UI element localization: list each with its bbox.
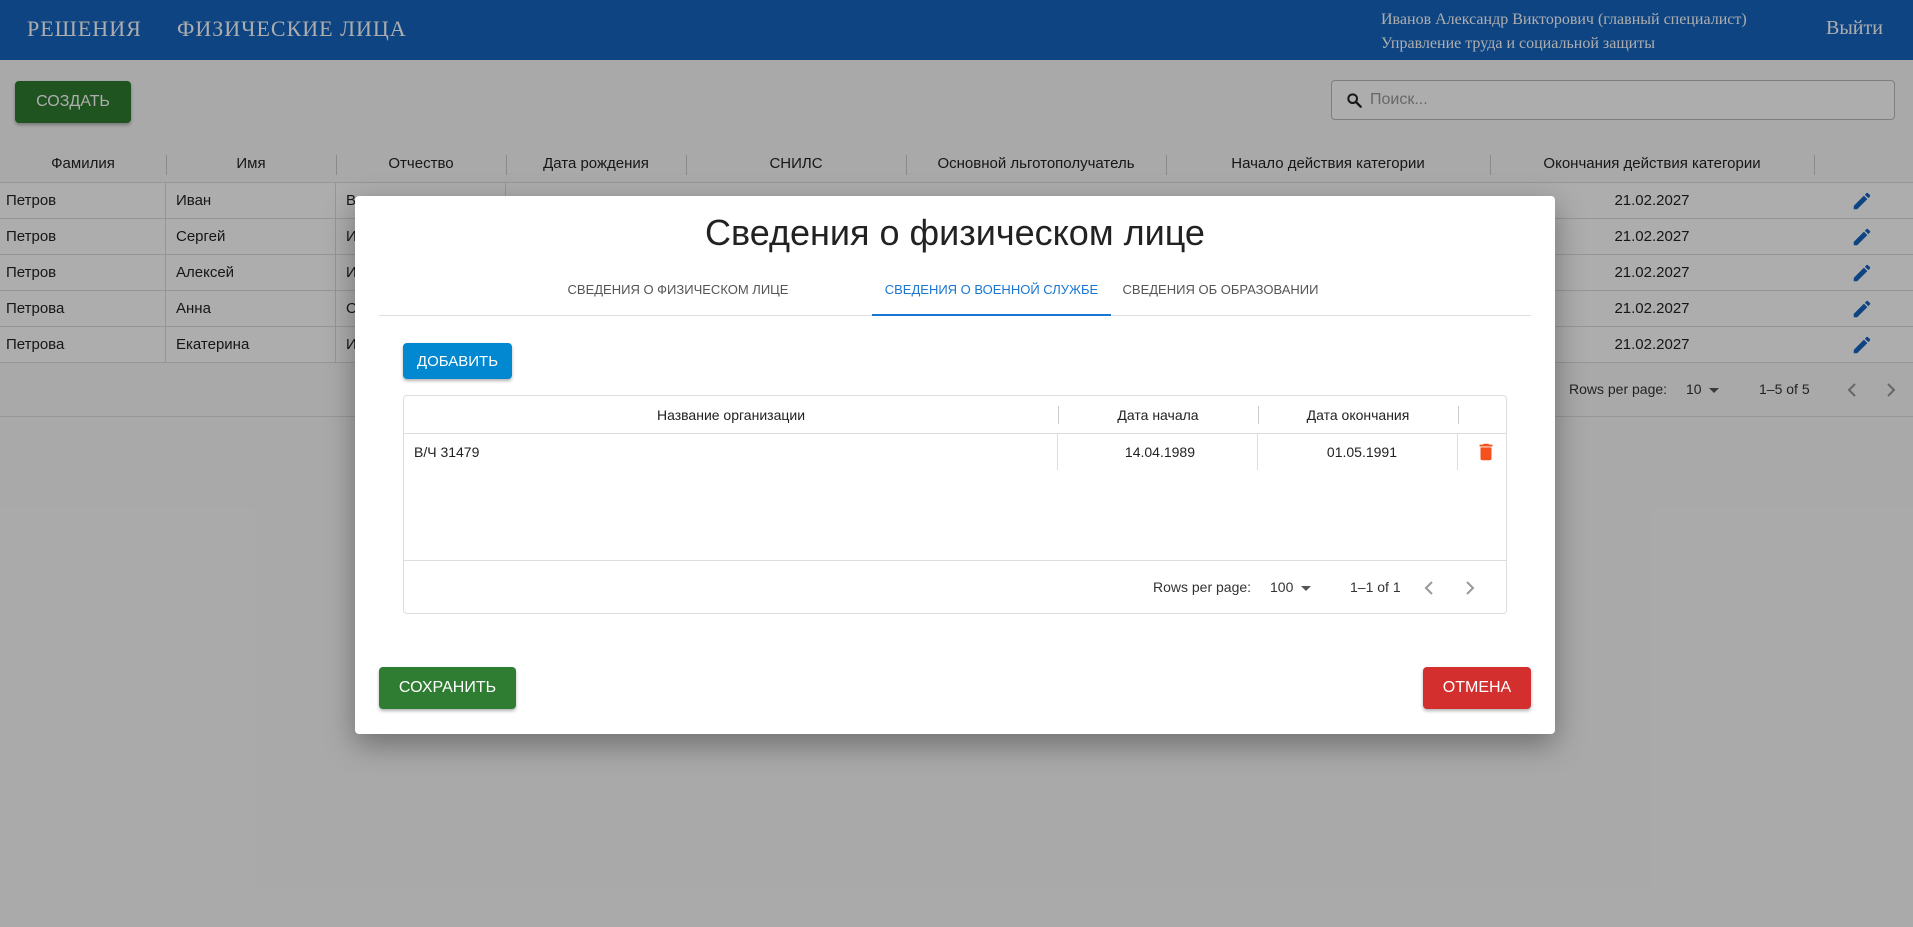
column-header-end-date[interactable]: Дата окончания [1258,396,1458,434]
tab-military-service[interactable]: СВЕДЕНИЯ О ВОЕННОЙ СЛУЖБЕ [872,274,1111,316]
trash-icon[interactable] [1475,441,1497,463]
add-button[interactable]: ДОБАВИТЬ [403,343,512,379]
column-separator[interactable] [1458,406,1459,424]
rows-per-page-label: Rows per page: [1153,579,1252,595]
military-service-table: Название организации Дата начала Дата ок… [403,395,1507,614]
cell-start-date: 14.04.1989 [1058,434,1258,470]
military-table-pagination: Rows per page: 100 1–1 of 1 [404,560,1506,613]
dialog-tabs: СВЕДЕНИЯ О ФИЗИЧЕСКОМ ЛИЦЕ СВЕДЕНИЯ О ВО… [379,274,1531,316]
cancel-button[interactable]: ОТМЕНА [1423,667,1531,709]
column-header-organization[interactable]: Название организации [404,396,1058,434]
caret-down-icon[interactable] [1300,585,1312,593]
page-range: 1–1 of 1 [1350,579,1401,595]
save-button[interactable]: СОХРАНИТЬ [379,667,516,709]
chevron-left-icon[interactable] [1422,580,1436,596]
military-table-header: Название организации Дата начала Дата ок… [404,396,1506,434]
cell-end-date: 01.05.1991 [1258,434,1458,470]
dialog-title: Сведения о физическом лице [705,212,1205,253]
column-header-start-date[interactable]: Дата начала [1058,396,1258,434]
person-details-dialog: Сведения о физическом лице СВЕДЕНИЯ О ФИ… [355,196,1555,734]
chevron-right-icon[interactable] [1463,580,1477,596]
cell-organization: В/Ч 31479 [404,434,1058,470]
table-row[interactable]: В/Ч 31479 14.04.1989 01.05.1991 [404,434,1506,470]
tab-education[interactable]: СВЕДЕНИЯ ОБ ОБРАЗОВАНИИ [1111,274,1330,316]
rows-per-page-select[interactable]: 100 [1270,579,1293,595]
tab-personal-info[interactable]: СВЕДЕНИЯ О ФИЗИЧЕСКОМ ЛИЦЕ [558,274,798,316]
